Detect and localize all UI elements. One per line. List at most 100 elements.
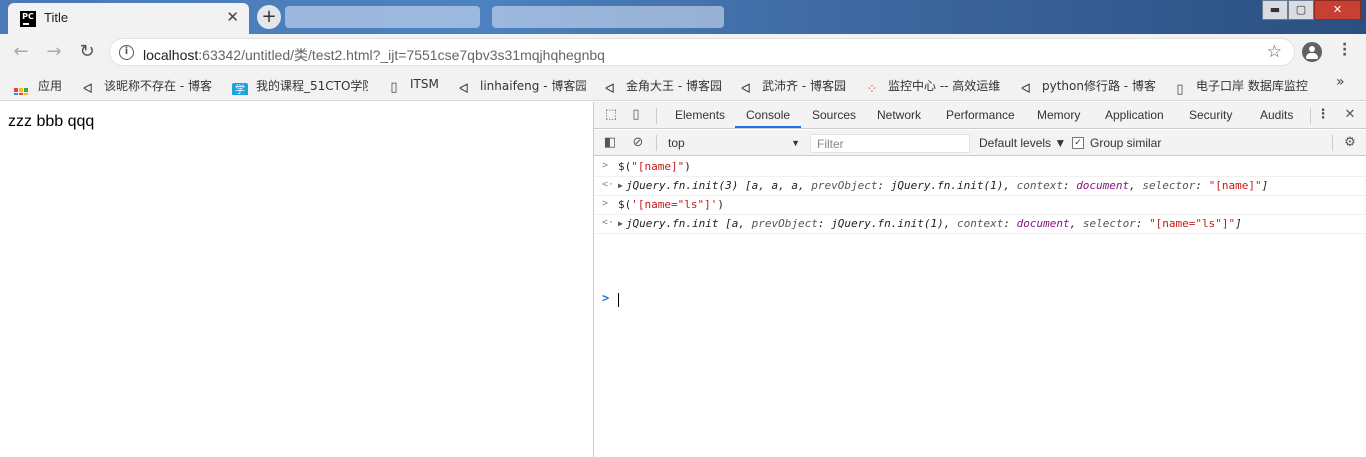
new-tab-button[interactable]: + [257,5,281,29]
console-token: ] [1235,217,1242,230]
site-info-icon[interactable]: i [119,45,134,60]
devtools-menu-icon[interactable]: ⋮ [1315,107,1331,123]
tab-performance[interactable]: Performance [946,108,1015,122]
reload-icon[interactable]: ↻ [76,41,98,63]
back-icon[interactable]: ← [10,41,32,63]
console-output[interactable]: > > $("[name]") <· ▶ jQuery.fn.init(3) [a, a… [594,157,1366,457]
forward-icon[interactable]: → [43,41,65,63]
console-token: context [1016,179,1063,192]
filter-input[interactable]: Filter [810,134,970,153]
bookmark-item[interactable]: ▯ 电子口岸 数据库监控 [1172,77,1308,95]
tab-sources[interactable]: Sources [812,108,856,122]
devtools-close-icon[interactable]: ✕ [1342,107,1358,123]
console-token: "[name="ls"]" [1149,217,1236,230]
cnblogs-icon: ᐊ [83,82,93,95]
bookmark-item[interactable]: ᐊ linhaifeng - 博客园 [456,77,586,95]
console-output-line[interactable]: <· ▶ jQuery.fn.init(3) [a, a, a, prevObjec… [594,176,1366,196]
url-rest: :63342/untitled/类/test2.html?_ijt=7551cs… [198,47,605,63]
loading-icon: ⁘ [866,82,878,95]
bookmark-item[interactable]: ▯ ITSM [386,77,442,95]
console-token: : jQuery.fn.init(1), [817,217,957,230]
devtools-tabbar: ⬚ ▯ Elements Console Sources Network Per… [594,102,1366,129]
console-token: ) [684,160,691,173]
bookmark-item[interactable]: ᐊ 武沛齐 - 博客园 [738,77,850,95]
console-settings-gear-icon[interactable]: ⚙ [1342,135,1358,151]
console-token: , [1069,217,1083,230]
bookmark-label: 电子口岸 数据库监控 [1196,79,1308,93]
group-similar-checkbox[interactable]: ✓ [1072,137,1084,149]
tab-application[interactable]: Application [1105,108,1164,122]
account-icon[interactable] [1302,42,1322,62]
minimize-button[interactable]: ▬ [1262,0,1288,20]
prompt-chevron-icon: > [602,291,610,305]
tab-title[interactable]: PC Title ✕ [8,3,249,34]
bookmarks-more-icon[interactable]: » [1336,74,1345,90]
inspect-element-icon[interactable]: ⬚ [603,107,619,123]
console-input-line[interactable]: > $("[name]") [594,157,1366,177]
bookmark-item[interactable]: ᐊ python修行路 - 博客 [1018,77,1156,95]
cnblogs-icon: ᐊ [1021,82,1031,95]
body-text: zzz bbb qqq [8,113,95,130]
bookmark-item[interactable]: ⁘ 监控中心 -- 高效运维 [864,77,1000,95]
prompt-caret[interactable] [618,293,619,307]
blurred-tab[interactable] [492,6,724,28]
bookmark-label: ITSM [410,77,439,91]
tab-close-icon[interactable]: ✕ [226,8,239,26]
window-close-button[interactable]: ✕ [1314,0,1361,20]
result-arrow-icon: <· [602,179,615,190]
bookmark-apps[interactable]: 应用 [14,77,74,95]
maximize-button[interactable]: ▢ [1288,0,1314,20]
page-icon: ▯ [390,80,398,95]
console-token: : [1135,217,1150,230]
tab-title-label: Title [44,10,69,25]
console-token: $( [618,160,632,173]
console-token: $( [618,198,632,211]
tab-console[interactable]: Console [746,108,790,122]
console-token: ) [717,198,724,211]
console-token: : [1062,179,1077,192]
divider [656,108,657,124]
tab-memory[interactable]: Memory [1037,108,1080,122]
console-token: prevObject [751,217,818,230]
console-message: $('[name="ls"]') [618,198,724,211]
tab-security[interactable]: Security [1189,108,1232,122]
result-arrow-icon: <· [602,217,615,228]
console-message: ▶ jQuery.fn.init [a, prevObject: jQuery.f… [618,217,1242,230]
tab-network[interactable]: Network [877,108,921,122]
bookmark-label: 武沛齐 - 博客园 [762,79,846,93]
expand-triangle-icon[interactable]: ▶ [618,181,623,190]
log-levels-dropdown[interactable]: Default levels ▼ [979,136,1066,150]
context-value: top [668,136,685,150]
clear-console-icon[interactable]: ⊘ [630,135,646,151]
page-viewport: zzz bbb qqq [0,102,593,457]
bookmark-label: 金角大王 - 博客园 [626,79,722,93]
console-token: : [1195,179,1209,192]
bookmark-item[interactable]: ᐊ 金角大王 - 博客园 [602,77,724,95]
blurred-tab[interactable] [285,6,480,28]
bookmark-item[interactable]: 学我的课程_51CTO学院 [232,77,368,95]
console-token: : jQuery.fn.init(1), [877,179,1017,192]
tab-audits[interactable]: Audits [1260,108,1293,122]
expand-triangle-icon[interactable]: ▶ [618,219,623,228]
divider [1332,135,1333,151]
console-output-line[interactable]: <· ▶ jQuery.fn.init [a, prevObject: jQuery… [594,214,1366,234]
context-select[interactable]: top ▼ [666,134,800,152]
pycharm-favicon-icon: PC [20,11,36,27]
console-message: ▶ jQuery.fn.init(3) [a, a, a, prevObject:… [618,179,1268,192]
url-text[interactable]: localhost:63342/untitled/类/test2.html?_i… [143,45,605,65]
page-icon: ▯ [1176,82,1184,95]
console-token: prevObject [811,179,878,192]
bookmarks-bar: 应用 ᐊ 该昵称不存在 - 博客 学我的课程_51CTO学院 ▯ ITSM ᐊ lin… [0,70,1366,101]
bookmark-star-icon[interactable]: ☆ [1267,42,1282,62]
console-input-line[interactable]: > $('[name="ls"]') [594,195,1366,215]
console-token: context [956,217,1004,230]
device-toolbar-icon[interactable]: ▯ [628,107,644,123]
browser-menu-icon[interactable]: · · · [1342,38,1347,62]
console-token: : [1003,217,1017,230]
tab-elements[interactable]: Elements [675,108,725,122]
sidebar-toggle-icon[interactable]: ◧ [602,135,618,151]
browser-toolbar: ← → ↻ i localhost:63342/untitled/类/test2… [0,34,1366,70]
bookmark-item[interactable]: ᐊ 该昵称不存在 - 博客 [80,77,214,95]
cnblogs-icon: ᐊ [459,82,469,95]
address-bar[interactable]: i localhost:63342/untitled/类/test2.html?… [109,38,1295,66]
